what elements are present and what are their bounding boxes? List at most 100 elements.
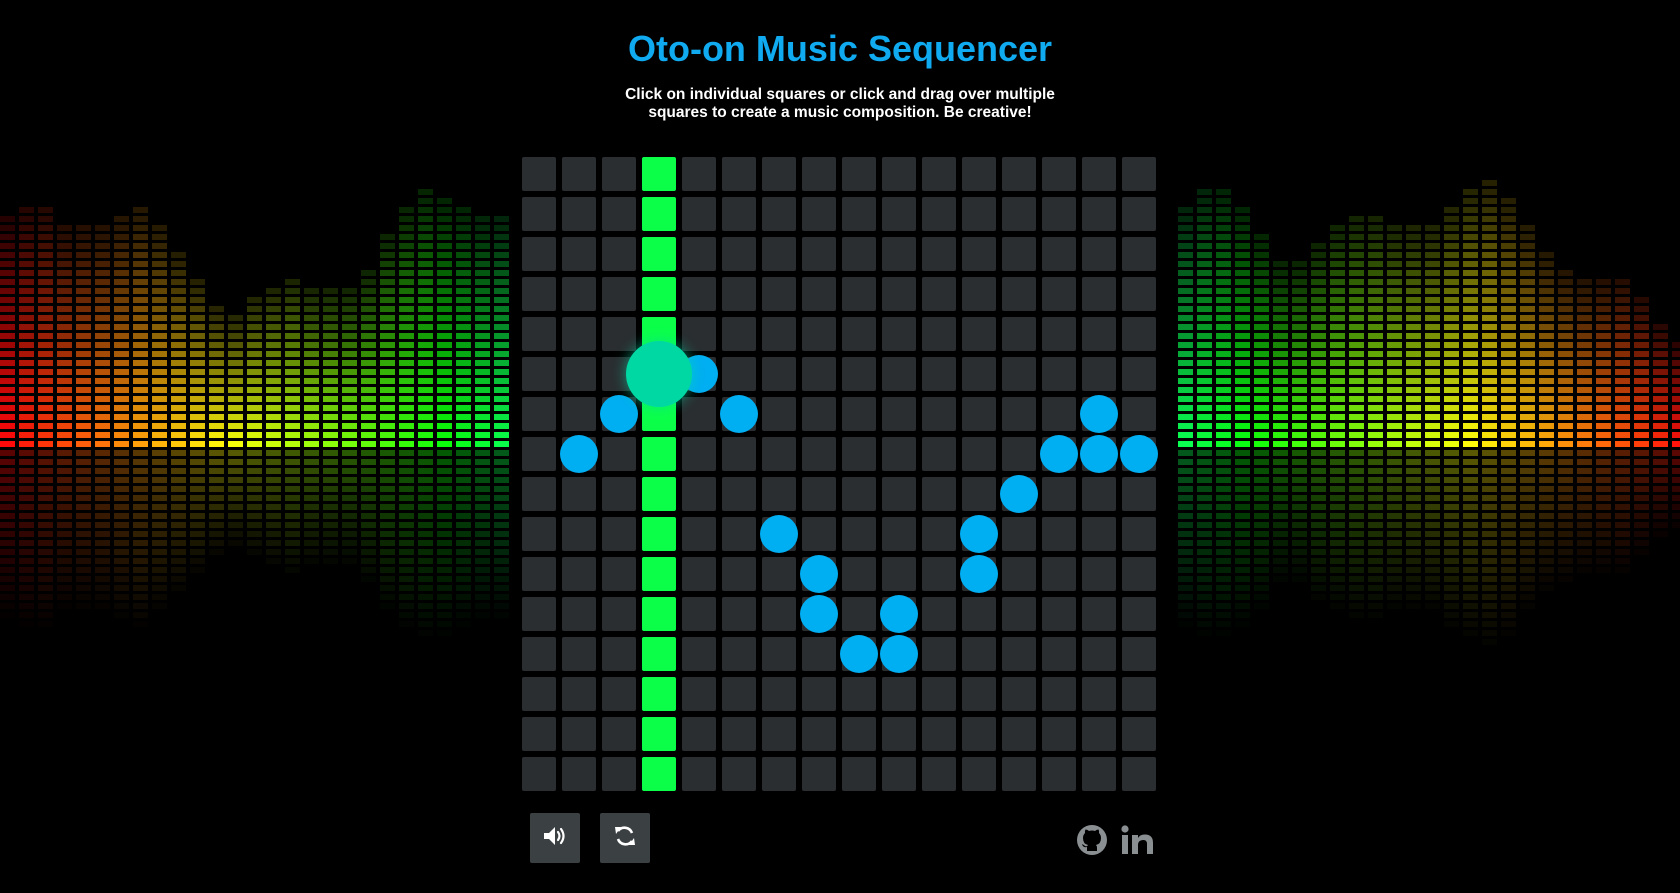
grid-cell[interactable] [682, 477, 716, 511]
grid-cell[interactable] [962, 717, 996, 751]
grid-cell[interactable] [682, 397, 716, 431]
grid-cell[interactable] [602, 517, 636, 551]
grid-cell[interactable] [1042, 477, 1076, 511]
active-note[interactable] [960, 555, 998, 593]
grid-cell[interactable] [722, 517, 756, 551]
grid-cell[interactable] [722, 637, 756, 671]
grid-cell[interactable] [1042, 637, 1076, 671]
active-note[interactable] [840, 635, 878, 673]
playhead-cell[interactable] [642, 517, 676, 551]
grid-cell[interactable] [682, 597, 716, 631]
grid-cell[interactable] [682, 197, 716, 231]
grid-cell[interactable] [1082, 237, 1116, 271]
playhead-cell[interactable] [642, 677, 676, 711]
grid-cell[interactable] [1002, 597, 1036, 631]
grid-cell[interactable] [882, 277, 916, 311]
playhead-cell[interactable] [642, 717, 676, 751]
grid-cell[interactable] [802, 277, 836, 311]
grid-cell[interactable] [882, 717, 916, 751]
grid-cell[interactable] [962, 197, 996, 231]
grid-cell[interactable] [802, 477, 836, 511]
grid-cell[interactable] [1082, 557, 1116, 591]
grid-cell[interactable] [842, 597, 876, 631]
grid-cell[interactable] [842, 557, 876, 591]
grid-cell[interactable] [882, 237, 916, 271]
grid-cell[interactable] [762, 597, 796, 631]
grid-cell[interactable] [1002, 557, 1036, 591]
grid-cell[interactable] [922, 557, 956, 591]
grid-cell[interactable] [882, 557, 916, 591]
grid-cell[interactable] [882, 397, 916, 431]
grid-cell[interactable] [562, 477, 596, 511]
playhead-cell[interactable] [642, 197, 676, 231]
grid-cell[interactable] [1002, 437, 1036, 471]
grid-cell[interactable] [1122, 517, 1156, 551]
grid-cell[interactable] [962, 757, 996, 791]
grid-cell[interactable] [1002, 517, 1036, 551]
grid-cell[interactable] [682, 157, 716, 191]
grid-cell[interactable] [1042, 277, 1076, 311]
grid-cell[interactable] [962, 437, 996, 471]
grid-cell[interactable] [922, 717, 956, 751]
grid-cell[interactable] [1042, 237, 1076, 271]
playhead-cell[interactable] [642, 597, 676, 631]
grid-cell[interactable] [682, 517, 716, 551]
grid-cell[interactable] [842, 717, 876, 751]
grid-cell[interactable] [882, 477, 916, 511]
grid-cell[interactable] [522, 197, 556, 231]
active-note[interactable] [560, 435, 598, 473]
playhead-cell[interactable] [642, 757, 676, 791]
grid-cell[interactable] [602, 277, 636, 311]
grid-cell[interactable] [882, 357, 916, 391]
grid-cell[interactable] [602, 677, 636, 711]
reset-button[interactable] [600, 813, 650, 863]
grid-cell[interactable] [562, 717, 596, 751]
grid-cell[interactable] [762, 437, 796, 471]
grid-cell[interactable] [882, 757, 916, 791]
grid-cell[interactable] [1002, 277, 1036, 311]
grid-cell[interactable] [762, 277, 796, 311]
grid-cell[interactable] [922, 637, 956, 671]
grid-cell[interactable] [722, 277, 756, 311]
grid-cell[interactable] [762, 557, 796, 591]
grid-cell[interactable] [1122, 677, 1156, 711]
grid-cell[interactable] [562, 237, 596, 271]
grid-cell[interactable] [1082, 277, 1116, 311]
grid-cell[interactable] [962, 477, 996, 511]
grid-cell[interactable] [842, 357, 876, 391]
grid-cell[interactable] [1122, 197, 1156, 231]
grid-cell[interactable] [1042, 317, 1076, 351]
grid-cell[interactable] [962, 677, 996, 711]
grid-cell[interactable] [802, 717, 836, 751]
active-note[interactable] [1040, 435, 1078, 473]
grid-cell[interactable] [1082, 757, 1116, 791]
grid-cell[interactable] [762, 317, 796, 351]
grid-cell[interactable] [1042, 397, 1076, 431]
grid-cell[interactable] [802, 637, 836, 671]
grid-cell[interactable] [562, 597, 596, 631]
grid-cell[interactable] [1122, 157, 1156, 191]
playhead-cell[interactable] [642, 157, 676, 191]
grid-cell[interactable] [722, 237, 756, 271]
grid-cell[interactable] [682, 237, 716, 271]
grid-cell[interactable] [682, 317, 716, 351]
grid-cell[interactable] [882, 197, 916, 231]
grid-cell[interactable] [922, 277, 956, 311]
grid-cell[interactable] [722, 357, 756, 391]
grid-cell[interactable] [522, 237, 556, 271]
grid-cell[interactable] [1002, 637, 1036, 671]
grid-cell[interactable] [1082, 677, 1116, 711]
grid-cell[interactable] [882, 317, 916, 351]
grid-cell[interactable] [842, 517, 876, 551]
grid-cell[interactable] [722, 437, 756, 471]
grid-cell[interactable] [962, 357, 996, 391]
grid-cell[interactable] [602, 477, 636, 511]
grid-cell[interactable] [722, 157, 756, 191]
grid-cell[interactable] [522, 477, 556, 511]
grid-cell[interactable] [962, 157, 996, 191]
grid-cell[interactable] [762, 397, 796, 431]
grid-cell[interactable] [1042, 557, 1076, 591]
grid-cell[interactable] [962, 397, 996, 431]
grid-cell[interactable] [882, 157, 916, 191]
grid-cell[interactable] [522, 677, 556, 711]
